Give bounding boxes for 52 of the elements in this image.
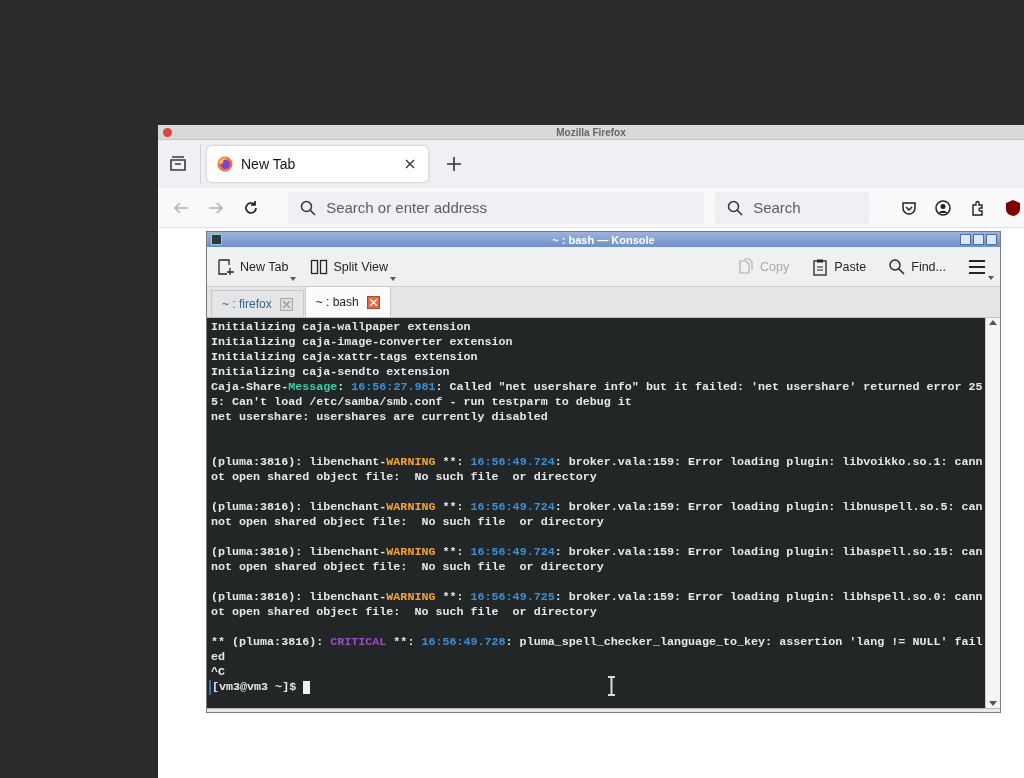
find-button[interactable]: Find... bbox=[886, 255, 952, 278]
browser-tab[interactable]: New Tab bbox=[207, 146, 428, 182]
terminal-line: (pluma:3816): libenchant-WARNING **: 16:56:49.724: broker.vala:159: Error loading plugin: libaspell.so.15: can bbox=[211, 545, 981, 560]
terminal-line: not open shared object file: No such file or directory bbox=[211, 560, 605, 575]
close-button[interactable] bbox=[986, 234, 997, 245]
terminal-line: ^C bbox=[211, 665, 227, 680]
address-field[interactable]: Search or enter address bbox=[288, 191, 705, 224]
terminal-line: Initializing caja-wallpaper extension bbox=[211, 320, 472, 335]
terminal-line: net usershare: usershares are currently disabled bbox=[211, 410, 549, 425]
terminal-line: (pluma:3816): libenchant-WARNING **: 16:56:49.725: broker.vala:159: Error loading plugin: libhspell.so.0: cann bbox=[211, 590, 981, 605]
text-cursor bbox=[303, 681, 311, 694]
new-tab-icon bbox=[217, 257, 235, 276]
terminal-line: ot open shared object file: No such file or directory bbox=[211, 470, 598, 485]
terminal-icon bbox=[211, 234, 222, 245]
maximize-button[interactable] bbox=[973, 234, 984, 245]
copy-icon bbox=[737, 257, 756, 276]
paste-button[interactable]: Paste bbox=[809, 255, 873, 278]
search-field[interactable]: Search bbox=[715, 191, 870, 224]
clipboard-icon bbox=[811, 257, 830, 276]
terminal-line: (pluma:3816): libenchant-WARNING **: 16:56:49.724: broker.vala:159: Error loading plugin: libvoikko.so.1: cann bbox=[211, 455, 981, 470]
terminal-tab[interactable]: ~ : firefox bbox=[211, 290, 304, 317]
split-view-icon bbox=[310, 257, 329, 276]
terminal-line: 5: Can't load /etc/samba/smb.conf - run testparm to debug it bbox=[211, 395, 633, 410]
caret-icon bbox=[390, 276, 397, 281]
mouse-cursor-icon bbox=[607, 676, 616, 696]
terminal-line: (pluma:3816): libenchant-WARNING **: 16:56:49.724: broker.vala:159: Error loading plugin: libnuspell.so.5: can bbox=[211, 500, 981, 515]
tab-label: New Tab bbox=[241, 156, 297, 172]
terminal-line: not open shared object file: No such file or directory bbox=[211, 515, 605, 530]
terminal-line: ot open shared object file: No such file or directory bbox=[211, 605, 598, 620]
menu-icon bbox=[968, 258, 986, 275]
split-view-button[interactable]: Split View bbox=[308, 255, 395, 278]
window-title: Mozilla Firefox bbox=[556, 126, 626, 138]
caret-icon bbox=[290, 276, 297, 281]
terminal-line: Caja-Share-Message: 16:56:27.981: Called "net usershare info" but it failed: 'net usershare' returned error 25 bbox=[211, 380, 981, 395]
close-dot-icon[interactable] bbox=[163, 128, 172, 137]
browser-logo-icon bbox=[217, 156, 233, 172]
shell-prompt: [vm3@vm3 ~]$ bbox=[209, 680, 297, 695]
scrollbar[interactable] bbox=[985, 318, 1000, 708]
terminal-line: ed bbox=[211, 650, 227, 665]
close-icon[interactable] bbox=[366, 295, 380, 309]
window-title: ~ : bash — Konsole bbox=[552, 233, 655, 246]
down-arrow-icon[interactable] bbox=[989, 701, 997, 706]
terminal-line: Initializing caja-image-converter extension bbox=[211, 335, 514, 350]
caret-icon bbox=[988, 275, 994, 280]
new-tab-button[interactable]: New Tab bbox=[215, 255, 295, 278]
terminal-line: ** (pluma:3816): CRITICAL **: 16:56:49.728: pluma_spell_checker_language_to_key: assertion 'lang != NULL' fail bbox=[211, 635, 981, 650]
up-arrow-icon[interactable] bbox=[989, 320, 997, 325]
terminal-tab[interactable]: ~ : bash bbox=[304, 286, 391, 317]
terminal-line: Initializing caja-sendto extension bbox=[211, 365, 451, 380]
minimize-button[interactable] bbox=[960, 234, 971, 245]
terminal-line: Initializing caja-xattr-tags extension bbox=[211, 350, 479, 365]
search-icon bbox=[888, 257, 907, 276]
